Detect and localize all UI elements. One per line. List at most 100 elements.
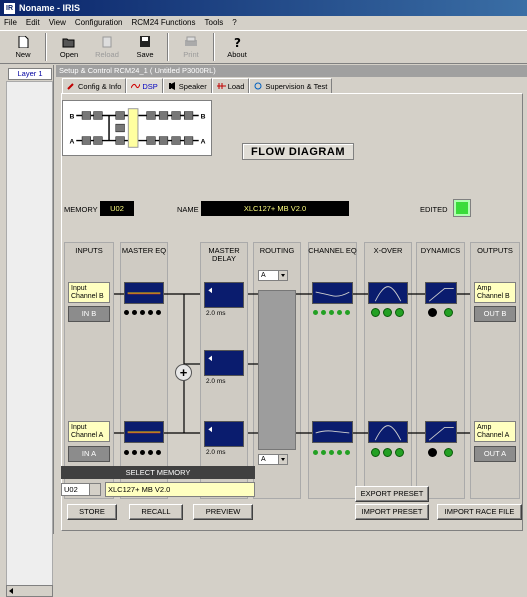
mini-flow-diagram[interactable]: B A B A: [62, 100, 212, 156]
preview-button[interactable]: PREVIEW: [193, 504, 253, 520]
tab-load-label: Load: [227, 81, 245, 91]
knob-dot-icon[interactable]: [132, 309, 137, 315]
open-button[interactable]: Open: [50, 31, 88, 63]
master-delay-header: MASTER DELAY: [208, 246, 240, 263]
routing-matrix[interactable]: [258, 290, 296, 450]
toolbar-separator: [167, 33, 169, 61]
about-button[interactable]: ? About: [218, 31, 256, 63]
knob-dot-icon[interactable]: [140, 449, 145, 455]
xover-b-dly-icon[interactable]: [395, 308, 404, 317]
dynamics-a-display[interactable]: [425, 421, 457, 443]
xover-b-inv-icon[interactable]: [383, 308, 392, 317]
save-button[interactable]: Save: [126, 31, 164, 63]
comp-b-icon[interactable]: [428, 308, 437, 317]
master-delay-b-display[interactable]: [204, 282, 244, 308]
xover-b-trim-icon[interactable]: [371, 308, 380, 317]
knob-green-icon[interactable]: [329, 449, 334, 455]
xover-a-display[interactable]: [368, 421, 408, 443]
tab-dsp[interactable]: DSP: [126, 78, 163, 93]
preset-name-field[interactable]: XLC127+ MB V2.0: [105, 482, 255, 497]
menu-view[interactable]: View: [49, 16, 66, 30]
chevron-down-icon[interactable]: [278, 455, 287, 464]
menu-edit[interactable]: Edit: [26, 16, 40, 30]
master-eq-a-display[interactable]: [124, 421, 164, 443]
knob-dot-icon[interactable]: [124, 309, 129, 315]
master-eq-a-knobs[interactable]: [124, 446, 164, 458]
outputs-header: OUTPUTS: [477, 246, 513, 255]
route-b-dropdown[interactable]: A: [258, 270, 288, 281]
chevron-down-icon[interactable]: [89, 484, 100, 495]
channel-eq-a-knobs[interactable]: [313, 446, 353, 458]
xover-a-trim-icon[interactable]: [371, 448, 380, 457]
reload-icon: [102, 36, 112, 47]
menu-file[interactable]: File: [4, 16, 17, 30]
window-title: Noname - IRIS: [19, 3, 81, 13]
master-eq-b-display[interactable]: [124, 282, 164, 304]
in-a-button[interactable]: IN A: [68, 446, 110, 462]
new-button[interactable]: New: [4, 31, 42, 63]
routing-header: ROUTING: [259, 246, 295, 255]
knob-dot-icon[interactable]: [148, 309, 153, 315]
print-label: Print: [183, 49, 199, 59]
tab-layer-1[interactable]: Layer 1: [8, 68, 52, 80]
reload-button[interactable]: Reload: [88, 31, 126, 63]
channel-eq-a-display[interactable]: [312, 421, 353, 443]
horizontal-scrollbar[interactable]: [6, 585, 53, 597]
print-button[interactable]: Print: [172, 31, 210, 63]
knob-dot-icon[interactable]: [148, 449, 153, 455]
tab-config-info[interactable]: Config & Info: [62, 78, 127, 93]
knob-green-icon[interactable]: [321, 449, 326, 455]
knob-dot-icon[interactable]: [156, 449, 161, 455]
knob-green-icon[interactable]: [337, 309, 342, 315]
tab-load[interactable]: Load: [211, 78, 250, 93]
knob-dot-icon[interactable]: [132, 449, 137, 455]
export-preset-button[interactable]: EXPORT PRESET: [355, 486, 429, 502]
master-delay-a-display[interactable]: [204, 421, 244, 447]
menu-help[interactable]: ?: [232, 16, 236, 30]
limiter-a-icon[interactable]: [444, 448, 453, 457]
comp-a-icon[interactable]: [428, 448, 437, 457]
out-a-button[interactable]: OUT A: [474, 446, 516, 462]
menu-rcm24-functions[interactable]: RCM24 Functions: [131, 16, 195, 30]
master-delay-mid-display[interactable]: [204, 350, 244, 376]
memory-select-dropdown[interactable]: U02: [61, 483, 101, 496]
knob-green-icon[interactable]: [345, 309, 350, 315]
knob-green-icon[interactable]: [329, 309, 334, 315]
amp-channel-a-label: Amp Channel A: [474, 421, 516, 442]
store-button[interactable]: STORE: [67, 504, 117, 520]
channel-eq-b-display[interactable]: [312, 282, 353, 304]
knob-green-icon[interactable]: [313, 449, 318, 455]
chevron-down-icon[interactable]: [278, 271, 287, 280]
recall-button[interactable]: RECALL: [129, 504, 183, 520]
knob-dot-icon[interactable]: [156, 309, 161, 315]
layer-list[interactable]: [6, 81, 53, 586]
edited-label: EDITED: [420, 205, 448, 214]
knob-green-icon[interactable]: [337, 449, 342, 455]
tab-supervision-test[interactable]: Supervision & Test: [249, 78, 333, 93]
knob-dot-icon[interactable]: [124, 449, 129, 455]
knob-green-icon[interactable]: [345, 449, 350, 455]
menu-tools[interactable]: Tools: [205, 16, 224, 30]
route-a-dropdown[interactable]: A: [258, 454, 288, 465]
channel-eq-b-knobs[interactable]: [313, 306, 353, 318]
master-eq-header: MASTER EQ: [121, 246, 167, 255]
master-eq-b-knobs[interactable]: [124, 306, 164, 318]
in-b-button[interactable]: IN B: [68, 306, 110, 322]
mini-b-left: B: [70, 113, 75, 120]
menu-configuration[interactable]: Configuration: [75, 16, 123, 30]
tab-speaker[interactable]: Speaker: [162, 78, 212, 93]
knob-green-icon[interactable]: [321, 309, 326, 315]
xover-a-dly-icon[interactable]: [395, 448, 404, 457]
knob-dot-icon[interactable]: [140, 309, 145, 315]
knob-green-icon[interactable]: [313, 309, 318, 315]
xover-a-inv-icon[interactable]: [383, 448, 392, 457]
import-preset-button[interactable]: IMPORT PRESET: [355, 504, 429, 520]
limiter-b-icon[interactable]: [444, 308, 453, 317]
dynamics-b-display[interactable]: [425, 282, 457, 304]
scroll-left-icon[interactable]: [9, 588, 13, 594]
xover-b-display[interactable]: [368, 282, 408, 304]
reload-label: Reload: [95, 49, 119, 59]
import-race-file-button[interactable]: IMPORT RACE FILE: [437, 504, 522, 520]
out-b-button[interactable]: OUT B: [474, 306, 516, 322]
xover-column: [364, 242, 412, 499]
